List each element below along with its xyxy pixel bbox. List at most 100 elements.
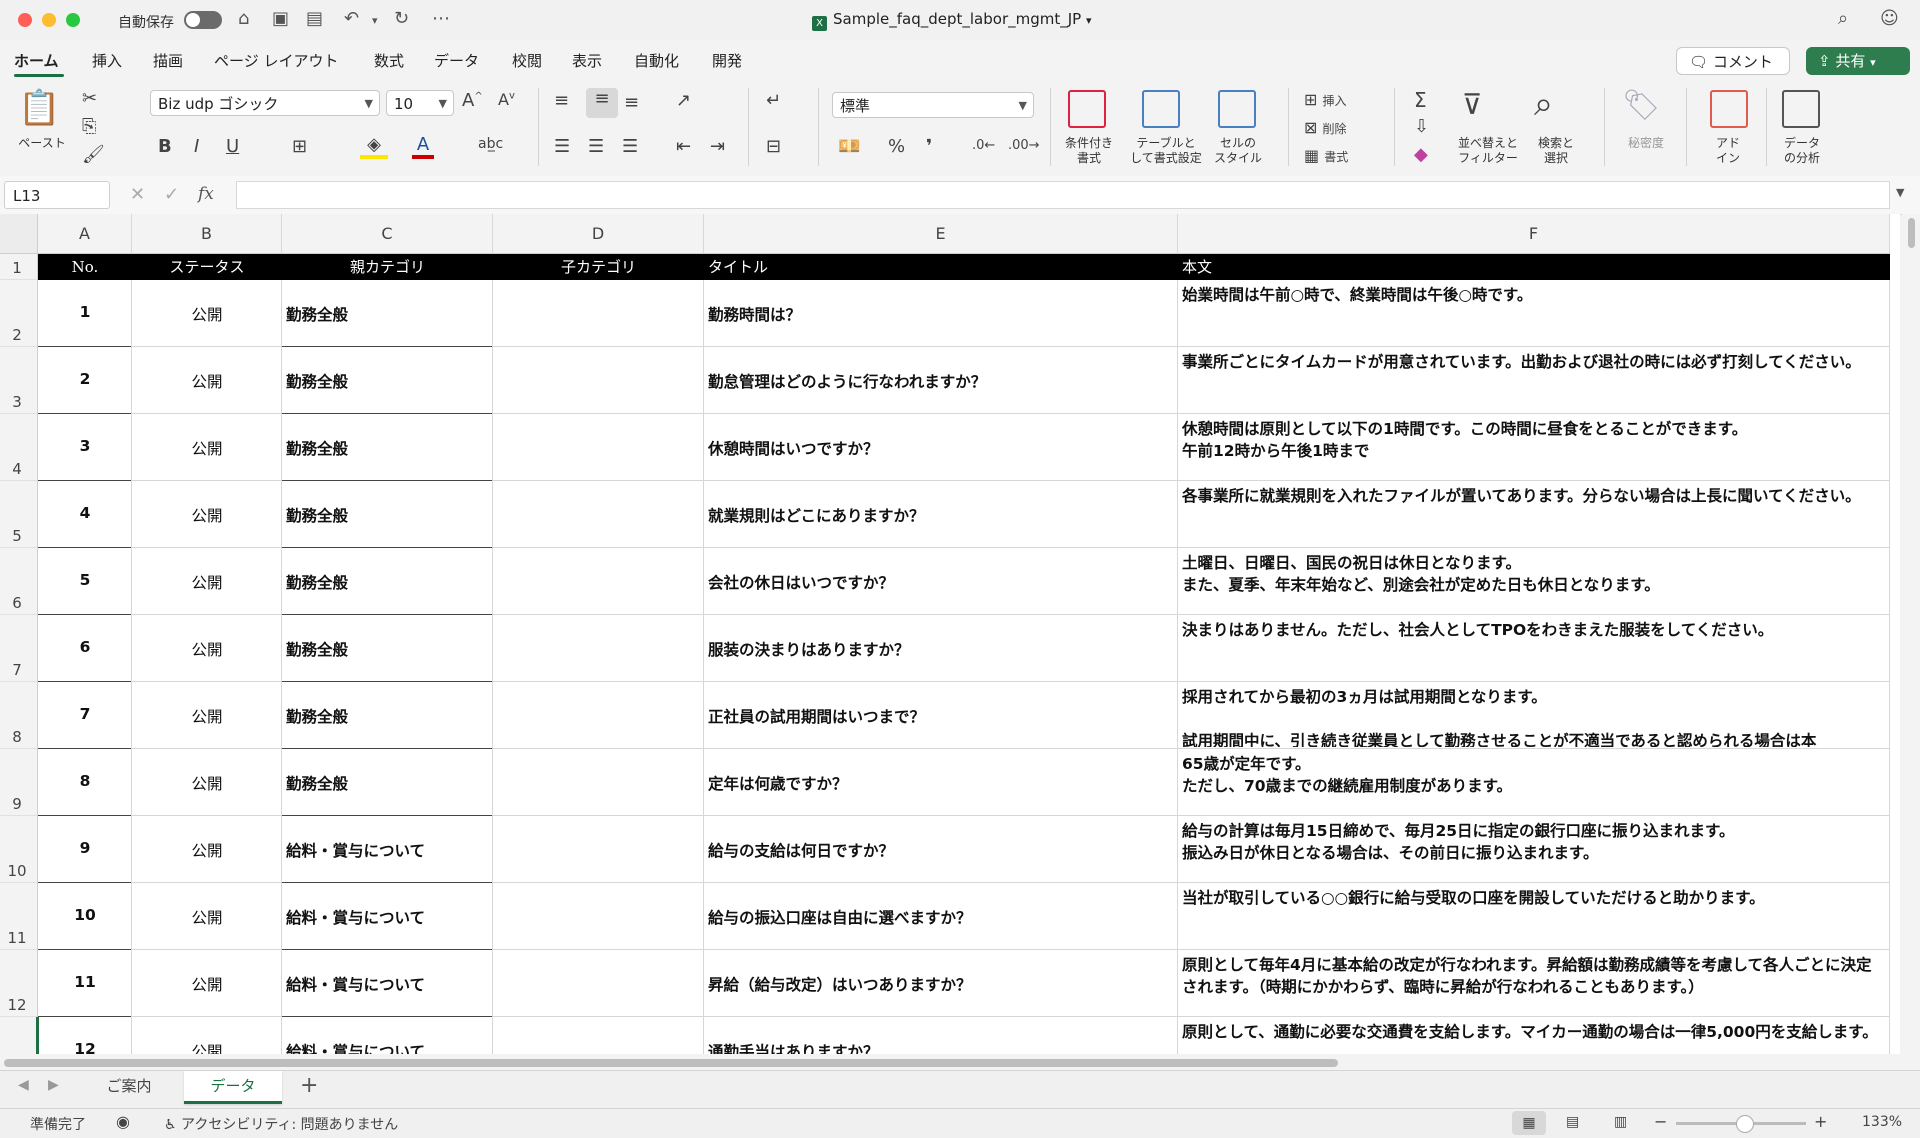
comma-style-icon[interactable]: ❜ xyxy=(926,136,932,157)
accounting-format-icon[interactable]: 💴 xyxy=(838,136,860,157)
cell-status[interactable]: 公開 xyxy=(132,705,282,727)
cell-body[interactable]: 原則として毎年4月に基本給の改定が行なわれます。昇給額は勤務成績等を考慮して各人… xyxy=(1182,954,1886,1015)
wrap-text-icon[interactable]: ↵ xyxy=(766,90,781,111)
horizontal-scrollbar[interactable] xyxy=(0,1054,1920,1070)
cancel-icon[interactable]: ✕ xyxy=(130,184,145,205)
increase-font-icon[interactable]: A^ xyxy=(462,90,483,111)
cell-parent-category[interactable]: 給料・賞与について xyxy=(286,973,491,995)
column-header-a[interactable]: A xyxy=(38,214,132,254)
page-layout-view-icon[interactable]: ▤ xyxy=(1566,1114,1579,1130)
row-header[interactable]: 5 xyxy=(0,481,38,548)
tab-formulas[interactable]: 数式 xyxy=(374,50,404,71)
macro-record-icon[interactable]: ◉ xyxy=(116,1112,130,1131)
cell-no[interactable]: 2 xyxy=(38,370,132,388)
underline-button[interactable]: U xyxy=(226,136,239,157)
zoom-level[interactable]: 133% xyxy=(1862,1114,1902,1130)
cell-body[interactable]: 事業所ごとにタイムカードが用意されています。出勤および退社の時には必ず打刻してく… xyxy=(1182,351,1886,412)
search-icon[interactable]: ⌕ xyxy=(1838,8,1848,29)
sheet-tab-data[interactable]: データ xyxy=(184,1071,282,1104)
copy-icon[interactable]: ⎘ xyxy=(82,116,96,137)
tab-developer[interactable]: 開発 xyxy=(712,50,742,71)
page-break-view-icon[interactable]: ▥ xyxy=(1614,1114,1627,1130)
cut-icon[interactable]: ✂ xyxy=(82,88,97,109)
row-header[interactable]: 2 xyxy=(0,280,38,347)
cell-parent-category[interactable]: 給料・賞与について xyxy=(286,906,491,928)
zoom-in-icon[interactable]: + xyxy=(1814,1112,1827,1131)
cell-body[interactable]: 当社が取引している○○銀行に給与受取の口座を開設していただけると助かります。 xyxy=(1182,887,1886,948)
decrease-decimal-icon[interactable]: .00→ xyxy=(1008,138,1040,153)
align-top-icon[interactable]: ≡ xyxy=(554,90,569,111)
vertical-scrollbar[interactable] xyxy=(1902,214,1920,1054)
align-right-icon[interactable]: ☰ xyxy=(622,136,638,157)
conditional-formatting-icon[interactable] xyxy=(1068,90,1106,128)
row-header[interactable]: 8 xyxy=(0,682,38,749)
cell-title[interactable]: 定年は何歳ですか？ xyxy=(708,772,1176,794)
cell-styles-icon[interactable] xyxy=(1218,90,1256,128)
cell-no[interactable]: 9 xyxy=(38,839,132,857)
font-color-icon[interactable]: A xyxy=(412,134,434,159)
decrease-indent-icon[interactable]: ⇤ xyxy=(676,136,691,157)
cell-title[interactable]: 給与の振込口座は自由に選べますか？ xyxy=(708,906,1176,928)
tab-view[interactable]: 表示 xyxy=(572,50,602,71)
header-body[interactable]: 本文 xyxy=(1182,254,1882,280)
cell-parent-category[interactable]: 勤務全般 xyxy=(286,638,491,660)
cell-title[interactable]: 休憩時間はいつですか？ xyxy=(708,437,1176,459)
font-name-select[interactable]: Biz udp ゴシック ▼ xyxy=(150,90,380,116)
cell-no[interactable]: 11 xyxy=(38,973,132,991)
autosum-icon[interactable]: Σ xyxy=(1414,88,1427,112)
tab-review[interactable]: 校閲 xyxy=(512,50,542,71)
minimize-window-button[interactable] xyxy=(42,13,56,27)
phonetic-icon[interactable]: ab̲c xyxy=(478,136,503,152)
header-status[interactable]: ステータス xyxy=(132,254,282,280)
find-select-icon[interactable]: ⌕ xyxy=(1534,84,1553,124)
borders-icon[interactable]: ⊞ xyxy=(292,136,307,157)
align-bottom-icon[interactable]: ≡ xyxy=(624,92,639,113)
document-title[interactable]: X Sample_faq_dept_labor_mgmt_JP ▾ xyxy=(812,10,1092,31)
cell-status[interactable]: 公開 xyxy=(132,1040,282,1054)
fill-color-icon[interactable]: ◈ xyxy=(360,134,388,159)
cell-status[interactable]: 公開 xyxy=(132,772,282,794)
cell-body[interactable]: 給与の計算は毎月15日締めで、毎月25日に指定の銀行口座に振り込まれます。 振込… xyxy=(1182,820,1886,881)
account-icon[interactable]: ☺ xyxy=(1880,8,1899,29)
cell-title[interactable]: 就業規則はどこにありますか？ xyxy=(708,504,1176,526)
header-parent-category[interactable]: 親カテゴリ xyxy=(282,254,493,280)
align-middle-icon[interactable]: ≡ xyxy=(586,88,618,118)
cell-no[interactable]: 12 xyxy=(38,1040,132,1054)
header-title[interactable]: タイトル xyxy=(708,254,1178,280)
cell-status[interactable]: 公開 xyxy=(132,906,282,928)
redo-icon[interactable]: ↻ xyxy=(394,8,409,29)
analyze-data-icon[interactable] xyxy=(1782,90,1820,128)
home-icon[interactable]: ⌂ xyxy=(238,8,249,29)
scroll-thumb[interactable] xyxy=(1908,218,1915,248)
cell-no[interactable]: 8 xyxy=(38,772,132,790)
cell-title[interactable]: 服装の決まりはありますか？ xyxy=(708,638,1176,660)
cell-no[interactable]: 10 xyxy=(38,906,132,924)
row-header[interactable]: 10 xyxy=(0,816,38,883)
cell-title[interactable]: 会社の休日はいつですか？ xyxy=(708,571,1176,593)
format-as-table-icon[interactable] xyxy=(1142,90,1180,128)
row-header[interactable]: 12 xyxy=(0,950,38,1017)
cell-status[interactable]: 公開 xyxy=(132,370,282,392)
cell-title[interactable]: 勤怠管理はどのように行なわれますか？ xyxy=(708,370,1176,392)
tab-data[interactable]: データ xyxy=(434,50,479,71)
cell-title[interactable]: 勤務時間は？ xyxy=(708,303,1176,325)
cell-no[interactable]: 1 xyxy=(38,303,132,321)
scroll-thumb[interactable] xyxy=(4,1059,1338,1067)
name-box[interactable]: L13 xyxy=(4,181,110,209)
orientation-icon[interactable]: ↗ xyxy=(676,90,691,111)
share-button[interactable]: ⇪ 共有 ▾ xyxy=(1806,47,1910,75)
cell-title[interactable]: 昇給（給与改定）はいつありますか？ xyxy=(708,973,1176,995)
row-header[interactable]: 6 xyxy=(0,548,38,615)
cell-title[interactable]: 正社員の試用期間はいつまで？ xyxy=(708,705,1176,727)
cell-parent-category[interactable]: 勤務全般 xyxy=(286,303,491,325)
more-icon[interactable]: ⋯ xyxy=(432,8,450,29)
align-left-icon[interactable]: ☰ xyxy=(554,136,570,157)
cell-parent-category[interactable]: 勤務全般 xyxy=(286,504,491,526)
header-no[interactable]: No. xyxy=(38,254,132,280)
number-format-select[interactable]: 標準 ▼ xyxy=(832,92,1034,118)
row-header[interactable] xyxy=(0,1017,38,1054)
accessibility-status[interactable]: ♿ アクセシビリティ: 問題ありません xyxy=(164,1114,398,1134)
column-header-f[interactable]: F xyxy=(1178,214,1890,254)
cell-no[interactable]: 7 xyxy=(38,705,132,723)
add-sheet-icon[interactable]: + xyxy=(300,1073,318,1098)
